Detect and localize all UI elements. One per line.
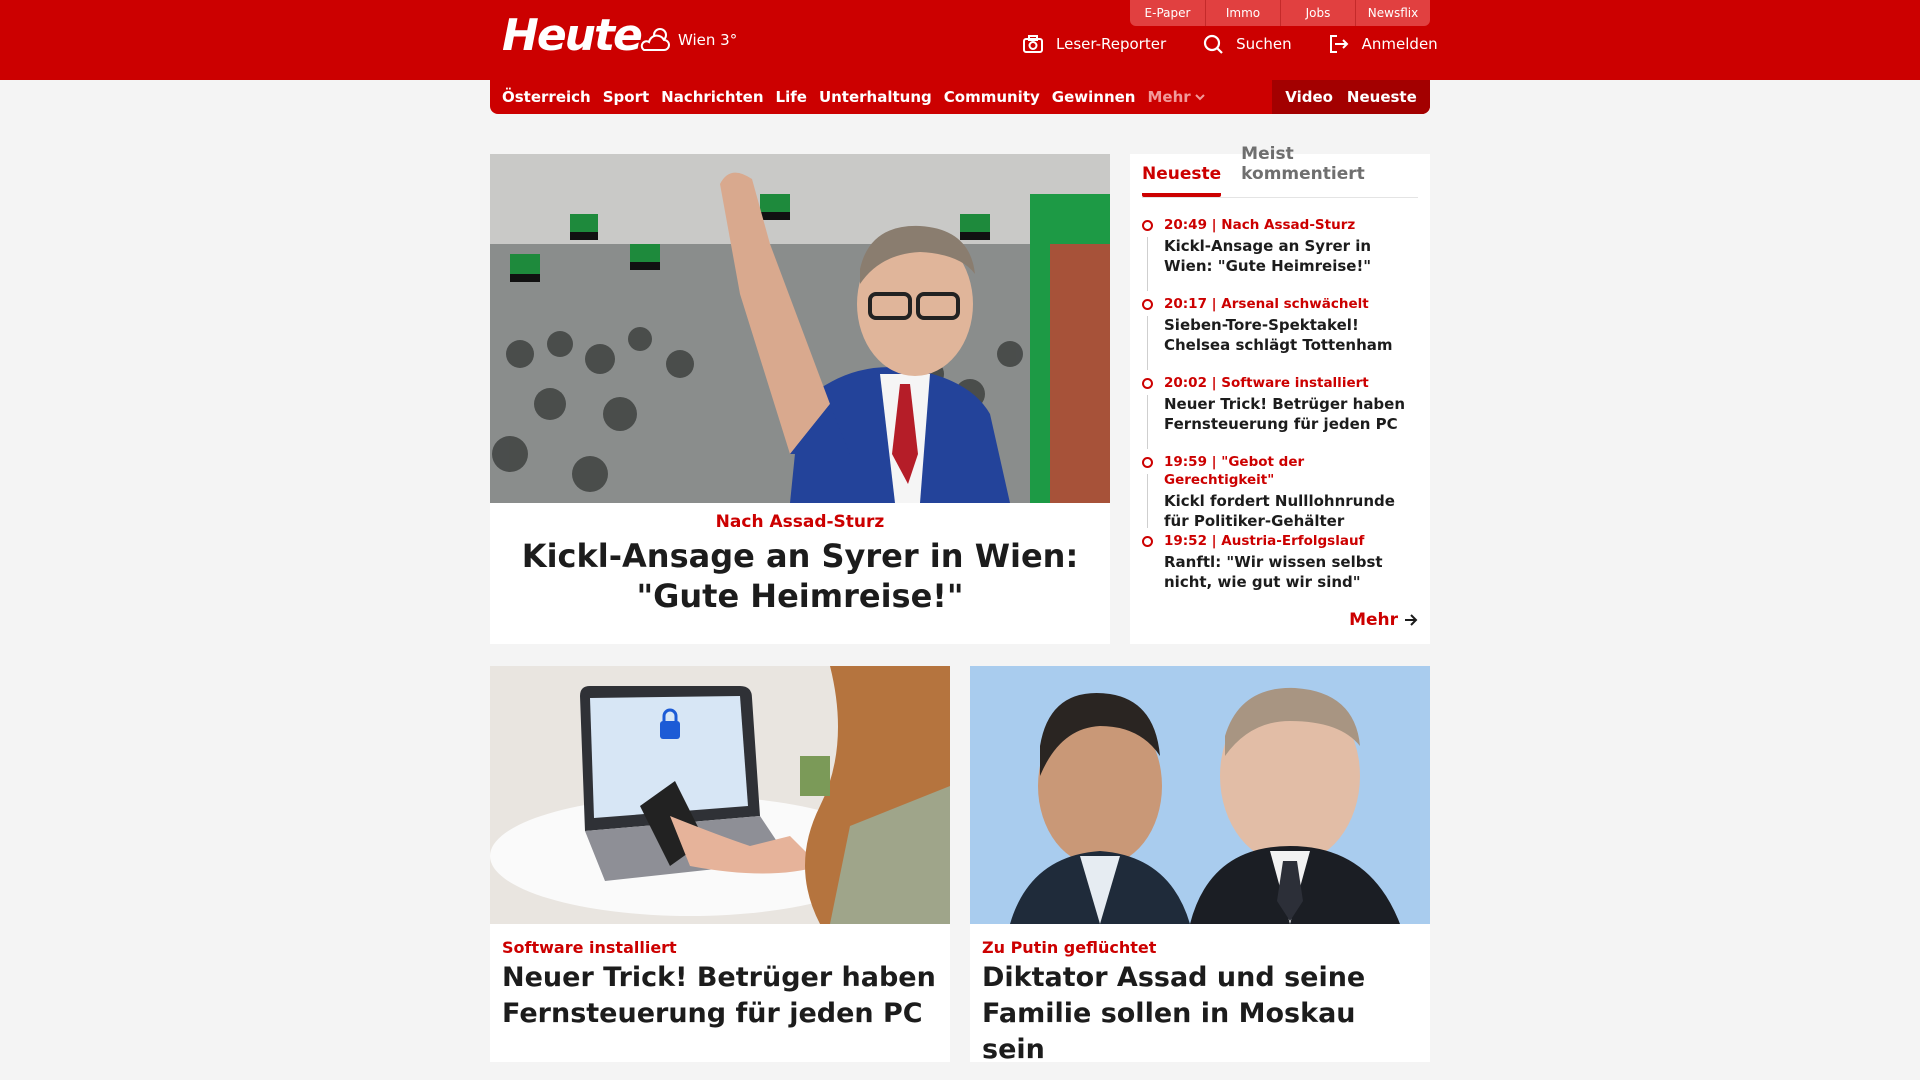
nav-item-oesterreich[interactable]: Österreich (502, 88, 591, 106)
nav-item-life[interactable]: Life (776, 88, 807, 106)
service-tab-newsflix[interactable]: Newsflix (1355, 0, 1430, 26)
ticker-item[interactable]: 20:02 | Software installiert Neuer Trick… (1142, 374, 1418, 453)
ticker-title[interactable]: Ranftl: "Wir wissen selbst nicht, wie gu… (1164, 552, 1418, 592)
header-actions: Leser-Reporter Suchen Anmelden (1022, 33, 1438, 55)
nav-item-video[interactable]: Video (1285, 88, 1333, 106)
card-image (490, 666, 950, 924)
search-label: Suchen (1236, 35, 1292, 53)
cloud-sun-icon (640, 28, 670, 51)
login-label: Anmelden (1361, 35, 1438, 53)
tab-neueste[interactable]: Neueste (1142, 164, 1222, 197)
timeline-dot (1142, 457, 1153, 468)
ticker-title[interactable]: Kickl fordert Nulllohnrunde für Politike… (1164, 491, 1418, 531)
site-header (0, 0, 1920, 80)
nav-item-gewinnen[interactable]: Gewinnen (1052, 88, 1136, 106)
nav-item-neueste[interactable]: Neueste (1347, 88, 1417, 106)
news-ticker: 20:49 | Nach Assad-Sturz Kickl-Ansage an… (1142, 216, 1418, 611)
card-kicker: Software installiert (502, 938, 677, 957)
login-icon (1329, 35, 1349, 53)
hero-kicker: Nach Assad-Sturz (715, 512, 885, 532)
article-card[interactable]: Zu Putin geflüchtet Diktator Assad und s… (970, 666, 1430, 1065)
sidebar-more-link[interactable]: Mehr (1349, 610, 1418, 630)
nav-item-nachrichten[interactable]: Nachrichten (661, 88, 763, 106)
camera-icon (1023, 35, 1043, 53)
ticker-item[interactable]: 20:49 | Nach Assad-Sturz Kickl-Ansage an… (1142, 216, 1418, 295)
timeline-line (1147, 316, 1148, 370)
timeline-dot (1142, 220, 1153, 231)
search-icon (1204, 34, 1223, 54)
arrow-right-icon (1405, 614, 1418, 626)
timeline-line (1147, 474, 1148, 528)
ticker-title[interactable]: Neuer Trick! Betrüger haben Fernsteuerun… (1164, 394, 1418, 434)
service-tabs: E-Paper Immo Jobs Newsflix (1130, 0, 1430, 26)
weather-label: Wien 3° (678, 31, 738, 49)
tab-meist-kommentiert[interactable]: Meist kommentiert (1241, 144, 1418, 197)
sidebar-more-label: Mehr (1349, 610, 1398, 630)
sidebar-tabs: Neueste Meist kommentiert (1142, 144, 1418, 198)
ticker-meta: 20:49 | Nach Assad-Sturz (1164, 217, 1356, 233)
hero-photo-illustration (490, 154, 1110, 503)
service-tab-epaper[interactable]: E-Paper (1130, 0, 1205, 26)
ticker-item[interactable]: 19:59 | "Gebot der Gerechtigkeit" Kickl … (1142, 453, 1418, 532)
ticker-title[interactable]: Kickl-Ansage an Syrer in Wien: "Gute Hei… (1164, 236, 1418, 276)
ticker-title[interactable]: Sieben-Tore-Spektakel! Chelsea schlägt T… (1164, 315, 1418, 355)
chevron-down-icon (1194, 94, 1205, 101)
nav-more-label: Mehr (1147, 88, 1191, 106)
heute-logo[interactable]: Heute (502, 12, 643, 60)
timeline-dot (1142, 299, 1153, 310)
ticker-meta: 20:02 | Software installiert (1164, 375, 1369, 391)
card-kicker: Zu Putin geflüchtet (982, 938, 1157, 957)
card-headline[interactable]: Diktator Assad und seine Familie sollen … (982, 960, 1418, 1068)
card-image (970, 666, 1430, 924)
service-tab-immo[interactable]: Immo (1205, 0, 1280, 26)
ticker-item[interactable]: 19:52 | Austria-Erfolgslauf Ranftl: "Wir… (1142, 532, 1418, 611)
ticker-item[interactable]: 20:17 | Arsenal schwächelt Sieben-Tore-S… (1142, 295, 1418, 374)
nav-item-sport[interactable]: Sport (603, 88, 649, 106)
leser-reporter-label: Leser-Reporter (1056, 35, 1167, 53)
hero-article[interactable]: Nach Assad-Sturz Kickl-Ansage an Syrer i… (490, 154, 1110, 644)
main-nav: Österreich Sport Nachrichten Life Unterh… (490, 80, 1430, 114)
timeline-dot (1142, 378, 1153, 389)
portrait-photo-illustration (970, 666, 1430, 924)
timeline-dot (1142, 536, 1153, 547)
timeline-line (1147, 395, 1148, 449)
nav-item-unterhaltung[interactable]: Unterhaltung (819, 88, 932, 106)
hero-image (490, 154, 1110, 503)
service-tab-jobs[interactable]: Jobs (1280, 0, 1355, 26)
nav-item-community[interactable]: Community (944, 88, 1040, 106)
nav-right-group: Video Neueste (1272, 80, 1430, 114)
search-button[interactable]: Suchen (1202, 33, 1292, 55)
hero-headline[interactable]: Kickl-Ansage an Syrer in Wien: "Gute Hei… (510, 536, 1090, 616)
ticker-meta: 20:17 | Arsenal schwächelt (1164, 296, 1369, 312)
article-card[interactable]: Software installiert Neuer Trick! Betrüg… (490, 666, 950, 1062)
weather-widget[interactable]: Wien 3° (638, 26, 737, 54)
login-button[interactable]: Anmelden (1328, 33, 1438, 55)
nav-more-dropdown[interactable]: Mehr (1147, 88, 1205, 106)
ticker-meta: 19:52 | Austria-Erfolgslauf (1164, 533, 1365, 549)
leser-reporter-button[interactable]: Leser-Reporter (1022, 33, 1166, 55)
ticker-meta: 19:59 | "Gebot der Gerechtigkeit" (1164, 454, 1305, 488)
latest-news-sidebar: Neueste Meist kommentiert 20:49 | Nach A… (1130, 144, 1430, 644)
card-headline[interactable]: Neuer Trick! Betrüger haben Fernsteuerun… (502, 960, 938, 1032)
timeline-line (1147, 237, 1148, 291)
laptop-photo-illustration (490, 666, 950, 924)
